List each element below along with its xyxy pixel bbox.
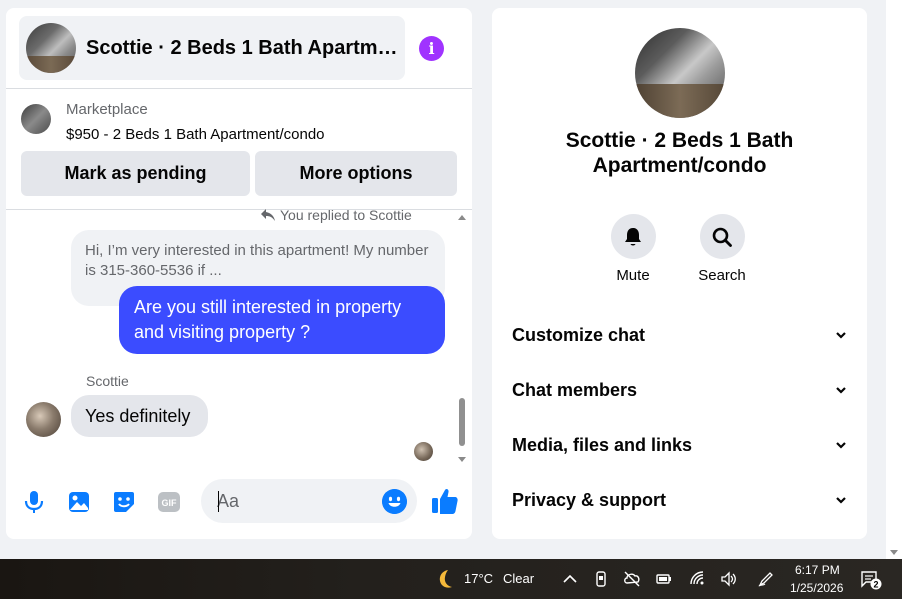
section-title: Privacy & support: [512, 489, 667, 510]
seen-indicator-avatar: [414, 442, 433, 461]
info-icon[interactable]: i: [419, 36, 444, 61]
mark-as-pending-button[interactable]: Mark as pending: [21, 151, 250, 196]
their-message-bubble[interactable]: Yes definitely: [71, 395, 208, 437]
clock-time[interactable]: 6:17 PM: [795, 563, 840, 577]
chevron-down-icon: [836, 332, 846, 339]
listing-title[interactable]: $950 - 2 Beds 1 Bath Apartment/condo: [66, 126, 325, 143]
image-icon[interactable]: [66, 489, 92, 515]
section-media-files-links[interactable]: Media, files and links: [512, 425, 847, 465]
taskbar: 17°C Clear 6:17 PM 1/25/2026 2: [0, 559, 902, 599]
weather-temperature[interactable]: 17°C: [464, 571, 493, 586]
scroll-thumb[interactable]: [459, 398, 465, 446]
profile-avatar[interactable]: [635, 28, 725, 118]
more-options-button[interactable]: More options: [255, 151, 457, 196]
wifi-icon[interactable]: [689, 570, 707, 588]
moon-icon[interactable]: [433, 567, 457, 591]
notification-count: 2: [873, 580, 878, 590]
sender-name: Scottie: [86, 373, 129, 389]
pen-icon[interactable]: [757, 570, 775, 588]
mute-label: Mute: [616, 267, 650, 284]
svg-text:GIF: GIF: [162, 498, 178, 508]
section-privacy-support[interactable]: Privacy & support: [512, 480, 847, 520]
chat-title: Scottie · 2 Beds 1 Bath Apartm…: [86, 36, 398, 59]
gif-icon[interactable]: GIF: [156, 489, 182, 515]
page-scrollbar[interactable]: [886, 0, 902, 559]
chevron-down-icon: [836, 442, 846, 449]
section-chat-members[interactable]: Chat members: [512, 370, 847, 410]
replied-note-text: You replied to Scottie: [280, 207, 412, 223]
weather-condition[interactable]: Clear: [503, 571, 534, 586]
mute-button[interactable]: [610, 214, 656, 259]
search-label: Search: [698, 267, 746, 284]
scroll-up-icon[interactable]: [458, 215, 466, 220]
notification-icon[interactable]: 2: [860, 570, 882, 590]
battery-icon[interactable]: [655, 570, 673, 588]
thumbs-up-icon[interactable]: [430, 486, 460, 516]
marketplace-label: Marketplace: [66, 101, 148, 118]
scroll-down-icon[interactable]: [458, 457, 466, 462]
chevron-down-icon: [836, 497, 846, 504]
divider: [6, 88, 472, 89]
search-icon: [712, 227, 732, 247]
mute-action[interactable]: Mute: [598, 214, 668, 284]
chevron-up-icon[interactable]: [561, 570, 579, 588]
sticker-icon[interactable]: [111, 489, 137, 515]
replied-note: You replied to Scottie: [261, 207, 412, 223]
search-action[interactable]: Search: [687, 214, 757, 284]
chat-panel: Scottie · 2 Beds 1 Bath Apartm… i Market…: [6, 8, 472, 539]
chevron-down-icon: [836, 387, 846, 394]
volume-icon[interactable]: [720, 570, 738, 588]
section-title: Chat members: [512, 379, 638, 400]
section-customize-chat[interactable]: Customize chat: [512, 315, 847, 355]
bell-icon: [625, 227, 641, 245]
microphone-icon[interactable]: [21, 489, 47, 515]
profile-name: Scottie · 2 Beds 1 Bath Apartment/condo: [565, 129, 794, 177]
section-title: Customize chat: [512, 324, 646, 345]
section-title: Media, files and links: [512, 434, 693, 455]
chat-scrollbar[interactable]: [456, 212, 468, 464]
clock-date[interactable]: 1/25/2026: [790, 581, 843, 595]
my-message-bubble[interactable]: Are you still interested in property and…: [119, 286, 445, 354]
device-icon[interactable]: [592, 570, 610, 588]
reply-icon: [261, 209, 275, 221]
search-button[interactable]: [699, 214, 745, 259]
sender-avatar[interactable]: [26, 402, 61, 437]
scroll-down-icon[interactable]: [890, 550, 898, 555]
emoji-icon[interactable]: [382, 489, 407, 514]
text-caret: [218, 491, 219, 512]
marketplace-listing-thumb: [21, 104, 51, 134]
chat-header[interactable]: Scottie · 2 Beds 1 Bath Apartm…: [19, 16, 405, 80]
cloud-off-icon[interactable]: [623, 570, 641, 588]
chat-info-panel: Scottie · 2 Beds 1 Bath Apartment/condo …: [492, 8, 867, 539]
listing-avatar: [26, 23, 76, 73]
